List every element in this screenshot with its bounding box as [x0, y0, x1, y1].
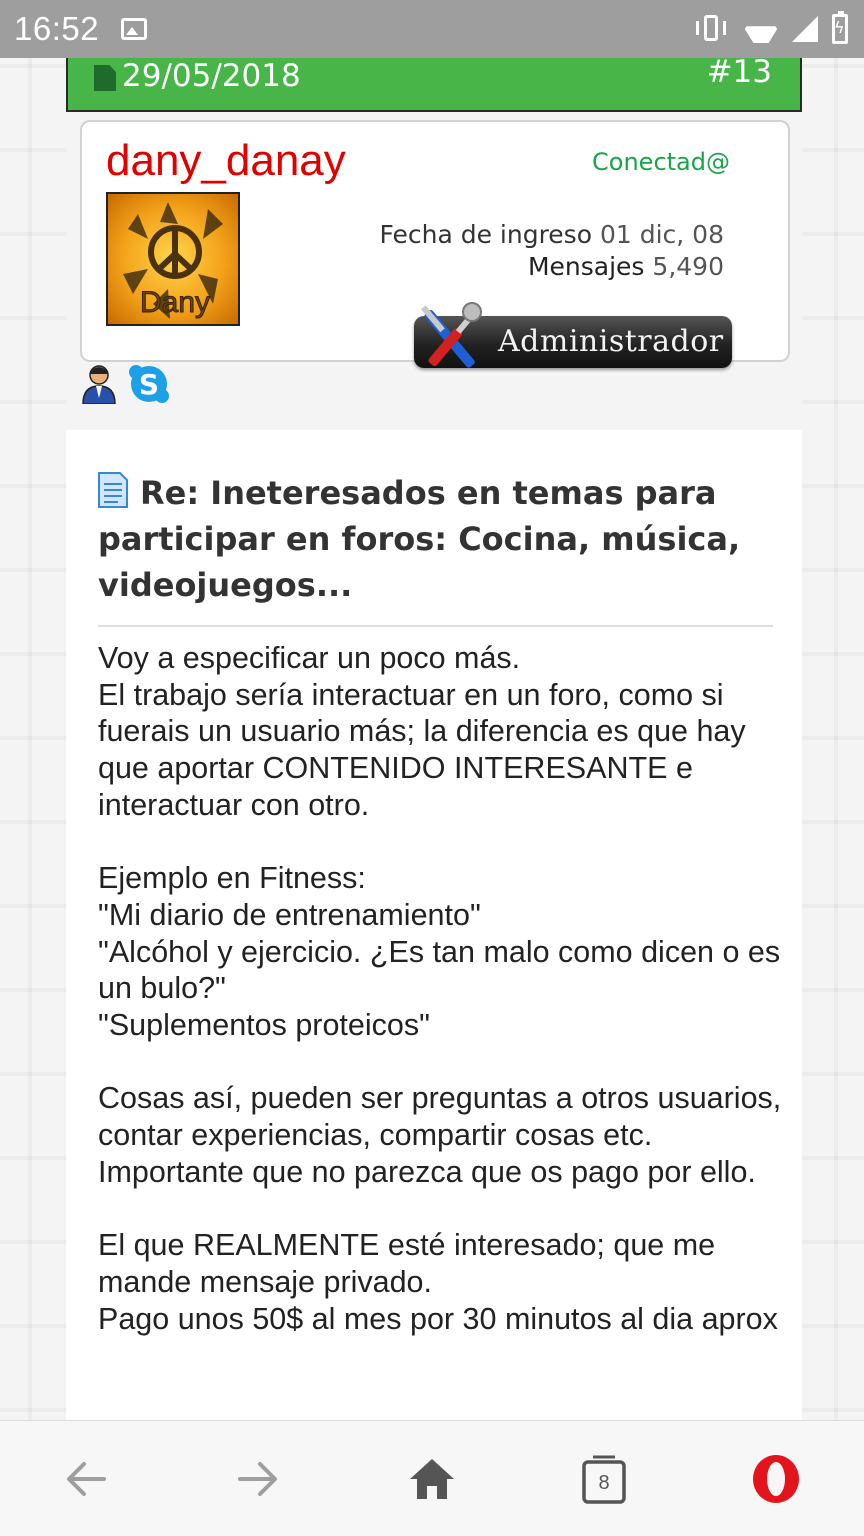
post-title-wrap: Re: Ineteresados en temas para participa…: [98, 470, 773, 608]
home-button[interactable]: [402, 1449, 462, 1509]
profile-icon[interactable]: [80, 364, 118, 404]
admin-badge-label: Administrador: [498, 324, 724, 359]
post-date-text: 29/05/2018: [122, 58, 301, 94]
post-line: El que REALMENTE esté interesado; que me…: [98, 1228, 716, 1299]
battery-charging-icon: [832, 11, 848, 44]
tools-icon: [420, 302, 482, 368]
online-status: Conectad@: [592, 148, 730, 176]
post-text: Voy a especificar un poco más. El trabaj…: [98, 640, 788, 1337]
user-stats: Fecha de ingreso 01 dic, 08 Mensajes 5,4…: [379, 219, 724, 283]
forward-arrow-icon: [238, 1462, 277, 1496]
post-line: Cosas así, pueden ser preguntas a otros …: [98, 1081, 782, 1153]
tabs-button[interactable]: 8: [574, 1449, 634, 1509]
status-time: 16:52: [14, 10, 100, 47]
post-line: Pago unos 50$ al mes por 30 minutos al d…: [98, 1301, 778, 1336]
avatar[interactable]: Dany: [106, 192, 240, 326]
post-number-link[interactable]: #13: [707, 54, 772, 90]
status-bar: 16:52: [0, 0, 864, 58]
wifi-icon: [744, 15, 778, 43]
post-line: El trabajo sería interactuar en un foro,…: [98, 677, 746, 822]
document-icon: [94, 65, 116, 91]
join-date-value: 01 dic, 08: [599, 220, 724, 249]
username-link[interactable]: dany_danay: [106, 136, 346, 186]
post-title: Re: Ineteresados en temas para participa…: [98, 474, 741, 604]
image-icon: [121, 18, 148, 40]
vibrate-icon: [694, 15, 730, 43]
browser-nav-bar: 8: [0, 1420, 864, 1536]
forward-button[interactable]: [228, 1449, 288, 1509]
avatar-art: Dany: [123, 202, 223, 320]
title-divider: [98, 625, 773, 627]
svg-text:S: S: [139, 368, 159, 401]
opera-menu-button[interactable]: [746, 1449, 806, 1509]
forum-post: 29/05/2018 #13 dany_danay Conectad@ Dany: [66, 54, 802, 1420]
status-icons: [694, 11, 848, 44]
back-arrow-icon: [67, 1462, 106, 1496]
post-date: 29/05/2018: [94, 58, 301, 94]
post-count-label: Mensajes: [527, 252, 645, 281]
user-card: dany_danay Conectad@ Dany Fecha de ingre…: [80, 120, 790, 368]
admin-badge: Administrador: [414, 298, 732, 368]
avatar-text: Dany: [140, 286, 210, 319]
tabs-count: 8: [598, 1471, 610, 1494]
post-line: "Alcóhol y ejercicio. ¿Es tan malo como …: [98, 934, 781, 1006]
join-date-label: Fecha de ingreso: [379, 220, 593, 249]
join-date-row: Fecha de ingreso 01 dic, 08: [379, 219, 724, 251]
post-line: "Suplementos proteicos": [98, 1008, 430, 1043]
post-count-value: 5,490: [652, 252, 724, 281]
post-count-row: Mensajes 5,490: [379, 251, 724, 283]
post-document-icon: [98, 472, 128, 508]
post-body: Re: Ineteresados en temas para participa…: [66, 430, 802, 1420]
post-line: Importante que no parezca que os pago po…: [98, 1154, 756, 1189]
home-icon: [410, 1459, 454, 1499]
post-line: Ejemplo en Fitness:: [98, 861, 366, 896]
post-line: Voy a especificar un poco más.: [98, 641, 521, 675]
signal-icon: [792, 16, 818, 42]
post-header: 29/05/2018 #13: [66, 54, 802, 112]
post-line: "Mi diario de entrenamiento": [98, 897, 481, 932]
opera-icon: [753, 1455, 799, 1503]
back-button[interactable]: [56, 1449, 116, 1509]
skype-icon[interactable]: S: [128, 364, 170, 404]
contact-icons: S: [80, 364, 170, 404]
